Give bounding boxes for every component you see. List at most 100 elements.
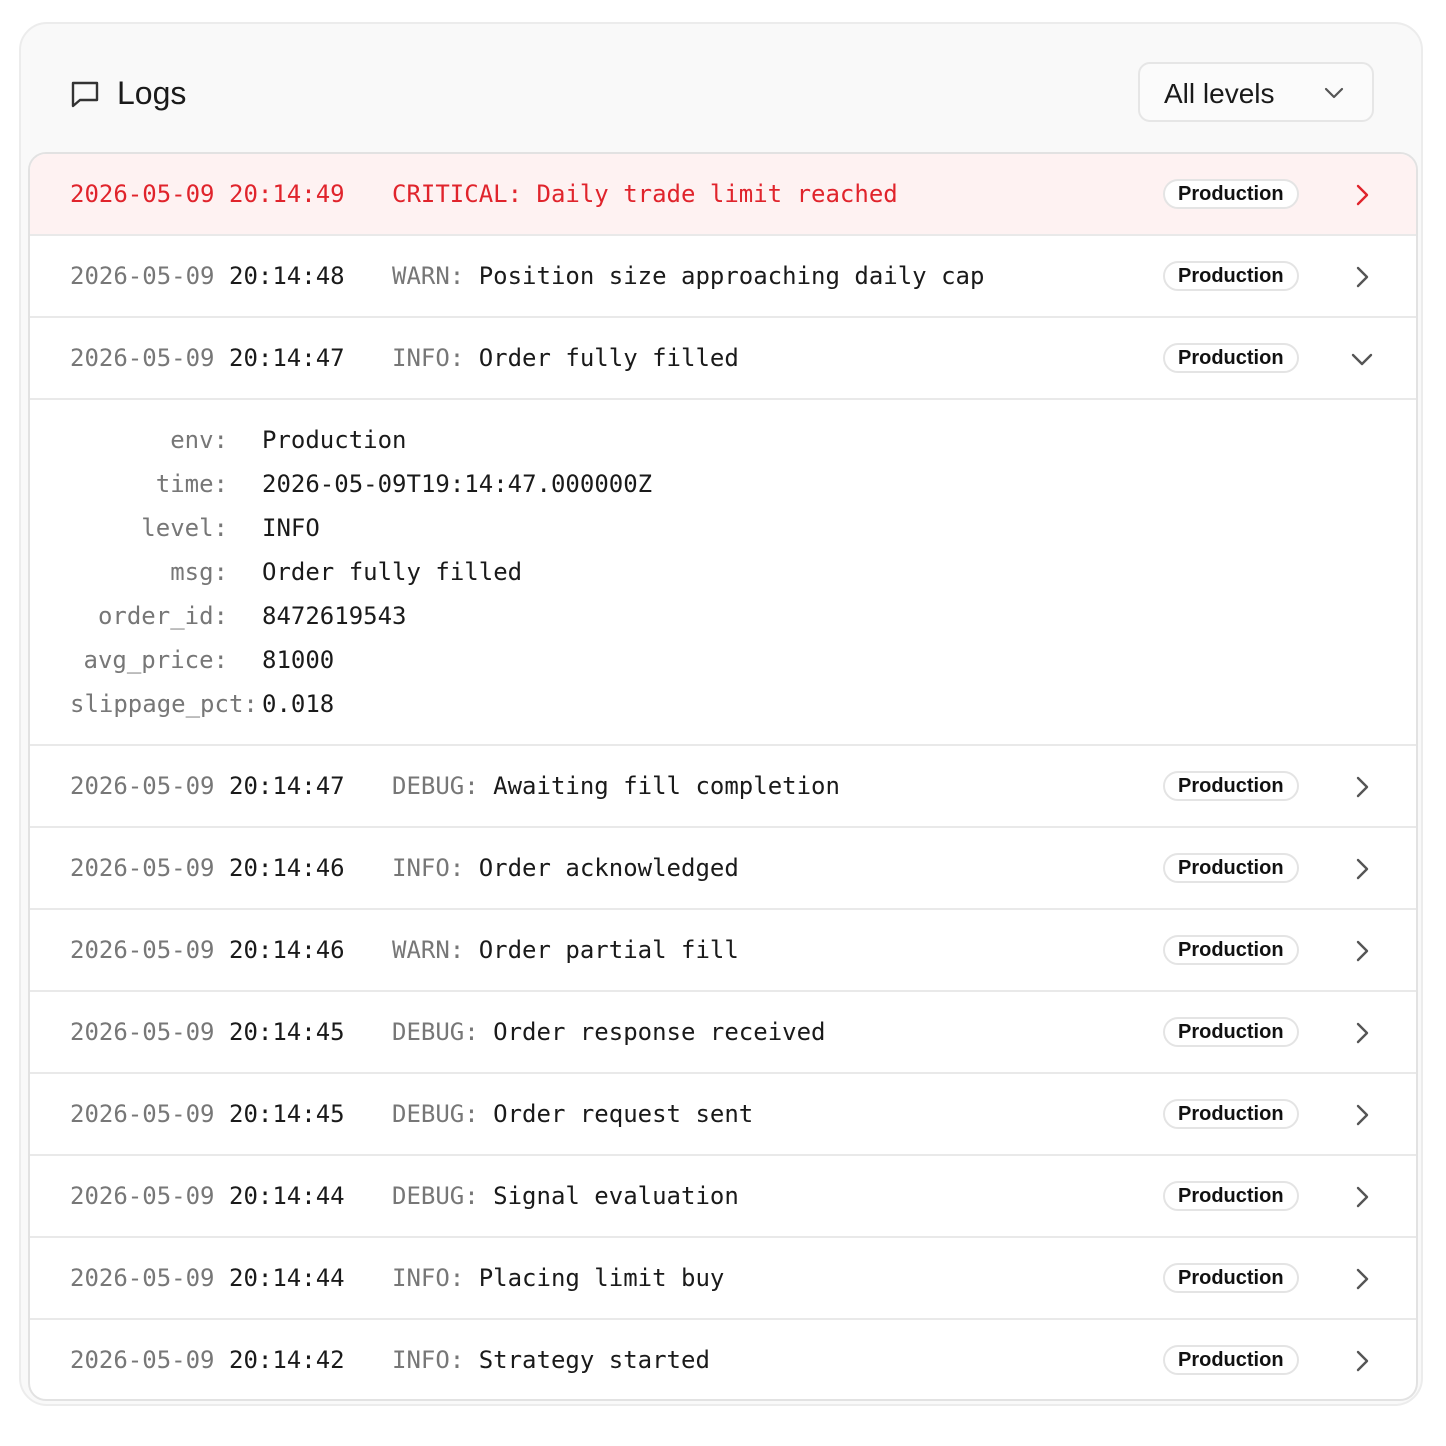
- env-badge: Production: [1163, 1181, 1299, 1211]
- log-text: Placing limit buy: [464, 1264, 725, 1292]
- detail-value: 0.018: [262, 690, 335, 718]
- chevron-right-icon[interactable]: [1350, 857, 1374, 881]
- log-row[interactable]: 2026-05-09 20:14:47 DEBUG: Awaiting fill c…: [30, 746, 1416, 828]
- chevron-right-icon[interactable]: [1350, 1349, 1374, 1373]
- log-date: 2026-05-09: [70, 262, 215, 290]
- log-time: 20:14:44: [229, 1182, 345, 1210]
- detail-key: time:: [155, 470, 228, 498]
- log-text: Strategy started: [464, 1346, 710, 1374]
- detail-key: msg:: [170, 558, 228, 586]
- log-date: 2026-05-09: [70, 1346, 215, 1374]
- log-date: 2026-05-09: [70, 1182, 215, 1210]
- detail-value: 8472619543: [262, 602, 407, 630]
- log-row[interactable]: 2026-05-09 20:14:47 INFO: Order fully fill…: [30, 318, 1416, 400]
- chevron-right-icon[interactable]: [1350, 1185, 1374, 1209]
- page-title: Logs: [117, 75, 187, 111]
- level-filter-select[interactable]: All levels: [1138, 62, 1374, 122]
- log-detail-panel: env: Production time: 2026-05-09T19:14:47.0…: [30, 400, 1416, 746]
- chevron-right-icon[interactable]: [1350, 1267, 1374, 1291]
- log-time: 20:14:45: [229, 1018, 345, 1046]
- log-text: Order acknowledged: [464, 854, 739, 882]
- logs-card: Logs All levels 2026-05-09 20:14:49 CRITIC…: [19, 22, 1423, 1406]
- log-level: WARN:: [392, 936, 465, 964]
- log-date: 2026-05-09: [70, 1264, 215, 1292]
- log-row[interactable]: 2026-05-09 20:14:44 DEBUG: Signal evaluati…: [30, 1156, 1416, 1238]
- log-time: 20:14:45: [229, 1100, 345, 1128]
- log-time: 20:14:47: [229, 344, 345, 372]
- log-date: 2026-05-09: [70, 344, 215, 372]
- log-message: INFO: Placing limit buy: [392, 1238, 724, 1318]
- log-text: Order response received: [478, 1018, 826, 1046]
- env-badge: Production: [1163, 771, 1299, 801]
- log-message: DEBUG: Order request sent: [392, 1074, 753, 1154]
- log-date: 2026-05-09: [70, 1018, 215, 1046]
- chevron-right-icon[interactable]: [1350, 775, 1374, 799]
- log-row[interactable]: 2026-05-09 20:14:45 DEBUG: Order response …: [30, 992, 1416, 1074]
- chevron-right-icon[interactable]: [1350, 265, 1374, 289]
- log-time: 20:14:49: [229, 180, 345, 208]
- log-message: INFO: Order fully filled: [392, 318, 739, 398]
- log-time: 20:14:42: [229, 1346, 345, 1374]
- log-message: INFO: Strategy started: [392, 1320, 710, 1399]
- log-level: INFO:: [392, 344, 465, 372]
- log-date: 2026-05-09: [70, 772, 215, 800]
- log-time: 20:14:46: [229, 936, 345, 964]
- log-message: WARN: Order partial fill: [392, 910, 739, 990]
- log-time: 20:14:44: [229, 1264, 345, 1292]
- chevron-right-icon[interactable]: [1350, 1021, 1374, 1045]
- log-date: 2026-05-09: [70, 936, 215, 964]
- env-badge: Production: [1163, 1345, 1299, 1375]
- detail-value: 81000: [262, 646, 335, 674]
- log-message: INFO: Order acknowledged: [392, 828, 739, 908]
- log-text: Order fully filled: [464, 344, 739, 372]
- level-filter-value: All levels: [1164, 78, 1275, 109]
- chevron-down-icon[interactable]: [1350, 347, 1374, 371]
- log-date: 2026-05-09: [70, 1100, 215, 1128]
- env-badge: Production: [1163, 853, 1299, 883]
- env-badge: Production: [1163, 1263, 1299, 1293]
- log-list: 2026-05-09 20:14:49 CRITICAL: Daily trade …: [28, 152, 1418, 1401]
- log-text: Position size approaching daily cap: [464, 262, 985, 290]
- log-row[interactable]: 2026-05-09 20:14:49 CRITICAL: Daily trade …: [30, 154, 1416, 236]
- env-badge: Production: [1163, 261, 1299, 291]
- log-row[interactable]: 2026-05-09 20:14:46 INFO: Order acknowledg…: [30, 828, 1416, 910]
- log-level: DEBUG:: [392, 1018, 479, 1046]
- detail-key: level:: [141, 514, 228, 542]
- env-badge: Production: [1163, 1017, 1299, 1047]
- logs-header: Logs All levels: [21, 24, 1421, 152]
- detail-key: avg_price:: [83, 646, 229, 674]
- log-message: CRITICAL: Daily trade limit reached: [392, 154, 898, 234]
- log-level: INFO:: [392, 854, 465, 882]
- chevron-down-icon: [1324, 87, 1344, 99]
- log-level: INFO:: [392, 1346, 465, 1374]
- log-text: Order partial fill: [464, 936, 739, 964]
- detail-key: slippage_pct:: [70, 690, 258, 718]
- log-text: Awaiting fill completion: [478, 772, 840, 800]
- chevron-right-icon[interactable]: [1350, 1103, 1374, 1127]
- env-badge: Production: [1163, 1099, 1299, 1129]
- log-message: DEBUG: Awaiting fill completion: [392, 746, 840, 826]
- log-date: 2026-05-09: [70, 180, 215, 208]
- log-row[interactable]: 2026-05-09 20:14:44 INFO: Placing limit bu…: [30, 1238, 1416, 1320]
- env-badge: Production: [1163, 343, 1299, 373]
- log-row[interactable]: 2026-05-09 20:14:42 INFO: Strategy started…: [30, 1320, 1416, 1399]
- log-message: WARN: Position size approaching daily ca…: [392, 236, 984, 316]
- log-row[interactable]: 2026-05-09 20:14:48 WARN: Position size ap…: [30, 236, 1416, 318]
- log-time: 20:14:47: [229, 772, 345, 800]
- detail-key: env:: [170, 426, 228, 454]
- chevron-right-icon[interactable]: [1350, 183, 1374, 207]
- detail-value: Production: [262, 426, 407, 454]
- env-badge: Production: [1163, 179, 1299, 209]
- log-row[interactable]: 2026-05-09 20:14:45 DEBUG: Order request s…: [30, 1074, 1416, 1156]
- detail-key: order_id:: [97, 602, 228, 630]
- chevron-right-icon[interactable]: [1350, 939, 1374, 963]
- log-text: Daily trade limit reached: [522, 180, 898, 208]
- log-time: 20:14:48: [229, 262, 345, 290]
- log-time: 20:14:46: [229, 854, 345, 882]
- message-icon: [71, 81, 99, 108]
- log-level: DEBUG:: [392, 772, 479, 800]
- detail-value: INFO: [262, 514, 320, 542]
- log-row[interactable]: 2026-05-09 20:14:46 WARN: Order partial fi…: [30, 910, 1416, 992]
- log-text: Signal evaluation: [478, 1182, 739, 1210]
- log-text: Order request sent: [478, 1100, 754, 1128]
